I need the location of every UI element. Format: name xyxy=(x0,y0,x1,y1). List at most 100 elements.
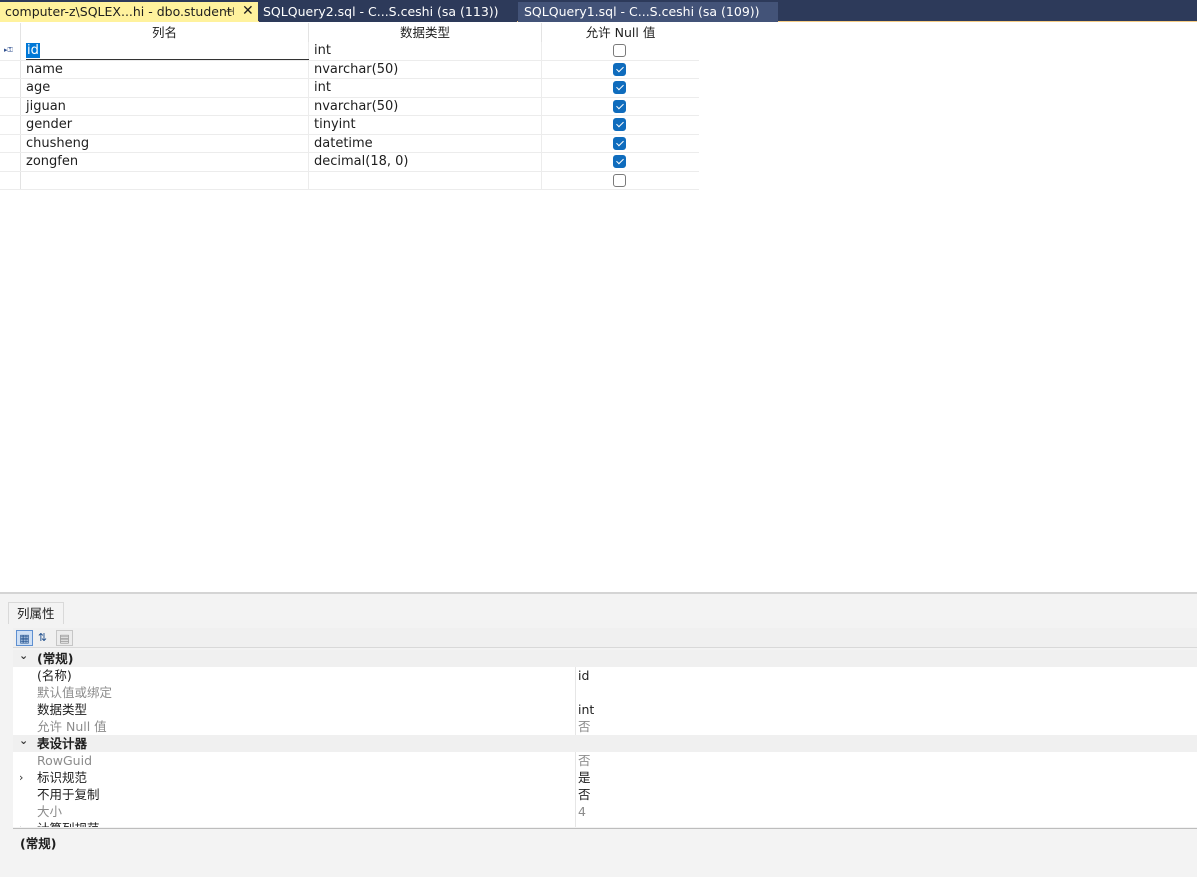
property-row[interactable]: RowGuid 否 xyxy=(13,752,1197,769)
tab-column-properties[interactable]: 列属性 xyxy=(8,602,64,624)
property-row[interactable]: › 计算列规范 xyxy=(13,820,1197,827)
property-name: (名称) xyxy=(37,668,72,683)
allow-null-checkbox[interactable] xyxy=(613,118,626,131)
table-row[interactable]: jiguan nvarchar(50) xyxy=(0,97,699,116)
tab-sqlquery2[interactable]: SQLQuery2.sql - C...S.ceshi (sa (113)) xyxy=(259,2,517,22)
table-row[interactable] xyxy=(0,171,699,190)
row-selector[interactable] xyxy=(0,116,21,134)
property-category[interactable]: ⌄ 表设计器 xyxy=(13,732,1197,752)
table-row[interactable]: ▸⚿ id int xyxy=(0,42,699,61)
property-name: (常规) xyxy=(37,651,74,666)
column-name-cell[interactable]: chusheng xyxy=(21,134,309,152)
primary-key-icon: ▸⚿ xyxy=(4,46,13,54)
chevron-right-icon[interactable]: › xyxy=(19,820,23,827)
tab-label: SQLQuery2.sql - C...S.ceshi (sa (113)) xyxy=(263,4,499,19)
row-selector[interactable] xyxy=(0,97,21,115)
tab-label: SQLQuery1.sql - C...S.ceshi (sa (109)) xyxy=(524,4,760,19)
property-value[interactable]: int xyxy=(578,701,594,718)
property-row[interactable]: (名称) id xyxy=(13,667,1197,684)
allow-null-header[interactable]: 允许 Null 值 xyxy=(542,23,699,42)
property-row[interactable]: › 标识规范 是 xyxy=(13,769,1197,786)
chevron-down-icon[interactable]: ⌄ xyxy=(19,732,28,749)
table-row[interactable]: age int xyxy=(0,79,699,98)
categorized-icon[interactable]: ▦ xyxy=(16,630,33,646)
allow-null-cell xyxy=(542,42,699,60)
table-row[interactable]: name nvarchar(50) xyxy=(0,60,699,79)
data-type-cell[interactable]: int xyxy=(309,42,542,60)
close-icon[interactable]: ✕ xyxy=(242,1,254,21)
property-name: RowGuid xyxy=(37,753,93,768)
property-value[interactable]: id xyxy=(578,667,589,684)
data-type-cell[interactable]: tinyint xyxy=(309,116,542,134)
allow-null-cell xyxy=(542,116,699,134)
column-properties-panel: 列属性 ▦ ⇅ ▤ ⌄ (常规) (名称) id 默认值或绑定 数据类型 int 允许 Nul… xyxy=(0,594,1197,877)
allow-null-checkbox[interactable] xyxy=(613,173,626,187)
column-name-text: jiguan xyxy=(26,98,66,114)
allow-null-checkbox[interactable] xyxy=(613,136,626,150)
allow-null-checkbox[interactable] xyxy=(613,155,626,168)
data-type-header[interactable]: 数据类型 xyxy=(309,23,542,42)
allow-null-cell xyxy=(542,79,699,97)
chevron-right-icon[interactable]: › xyxy=(19,769,23,786)
row-selector[interactable] xyxy=(0,153,21,171)
property-row[interactable]: 默认值或绑定 xyxy=(13,684,1197,701)
allow-null-cell xyxy=(542,153,699,171)
property-name: 大小 xyxy=(37,804,63,819)
data-type-cell[interactable]: datetime xyxy=(309,134,542,152)
property-row[interactable]: 不用于复制 否 xyxy=(13,786,1197,803)
property-row[interactable]: 允许 Null 值 否 xyxy=(13,718,1197,735)
data-type-cell[interactable]: nvarchar(50) xyxy=(309,97,542,115)
property-name: 表设计器 xyxy=(37,736,88,751)
column-name-cell[interactable]: id xyxy=(21,42,309,60)
table-row[interactable]: gender tinyint xyxy=(0,116,699,135)
column-name-text: age xyxy=(26,80,51,95)
property-name: 默认值或绑定 xyxy=(37,685,113,700)
column-name-cell[interactable]: zongfen xyxy=(21,153,309,171)
allow-null-checkbox[interactable] xyxy=(613,99,626,113)
column-name-cell[interactable]: gender xyxy=(21,116,309,134)
data-type-cell[interactable] xyxy=(309,171,542,189)
property-category[interactable]: ⌄ (常规) xyxy=(13,650,1197,667)
chevron-down-icon[interactable]: ⌄ xyxy=(19,650,28,664)
table-row[interactable]: chusheng datetime xyxy=(0,134,699,153)
tab-sqlquery1[interactable]: SQLQuery1.sql - C...S.ceshi (sa (109)) xyxy=(518,2,778,22)
data-type-cell[interactable]: decimal(18, 0) xyxy=(309,153,542,171)
table-row[interactable]: zongfen decimal(18, 0) xyxy=(0,153,699,172)
row-selector[interactable] xyxy=(0,134,21,152)
allow-null-checkbox[interactable] xyxy=(613,81,626,94)
tab-dbo-student[interactable]: computer-z\SQLEX...hi - dbo.student ⊣ ✕ xyxy=(0,2,258,22)
row-selector[interactable] xyxy=(0,60,21,78)
property-row[interactable]: 数据类型 int xyxy=(13,701,1197,718)
property-value[interactable]: 4 xyxy=(578,803,586,820)
allow-null-checkbox[interactable] xyxy=(613,62,626,76)
column-name-cell[interactable]: age xyxy=(21,79,309,97)
column-name-cell[interactable]: name xyxy=(21,60,309,78)
column-name-cell[interactable] xyxy=(21,171,309,189)
column-name-text: zongfen xyxy=(26,154,79,169)
property-name: 标识规范 xyxy=(37,770,88,785)
data-type-cell[interactable]: nvarchar(50) xyxy=(309,60,542,78)
allow-null-checkbox[interactable] xyxy=(613,44,626,57)
column-name-header[interactable]: 列名 xyxy=(21,23,309,42)
property-pages-icon[interactable]: ▤ xyxy=(56,630,73,646)
description-title: (常规) xyxy=(20,836,57,851)
row-selector[interactable]: ▸⚿ xyxy=(0,42,21,60)
property-value[interactable]: 否 xyxy=(578,752,591,769)
row-selector[interactable] xyxy=(0,79,21,97)
grid-header: 列名 数据类型 允许 Null 值 xyxy=(0,23,699,42)
property-row[interactable]: 大小 4 xyxy=(13,803,1197,820)
allow-null-cell xyxy=(542,98,699,116)
properties-grid: ⌄ (常规) (名称) id 默认值或绑定 数据类型 int 允许 Null 值否 ⌄ 表设计器 R… xyxy=(13,650,1197,827)
allow-null-cell xyxy=(542,172,699,190)
column-name-cell[interactable]: jiguan xyxy=(21,97,309,115)
alphabetical-sort-icon[interactable]: ⇅ xyxy=(34,630,51,646)
data-type-cell[interactable]: int xyxy=(309,79,542,97)
column-name-text: gender xyxy=(26,117,73,132)
row-selector[interactable] xyxy=(0,171,21,189)
tab-label: computer-z\SQLEX...hi - dbo.student xyxy=(5,4,232,19)
pin-icon[interactable]: ⊣ xyxy=(225,2,235,22)
property-value[interactable]: 否 xyxy=(578,718,591,735)
property-value[interactable]: 否 xyxy=(578,786,591,803)
edit-cell-underline xyxy=(26,59,309,60)
property-value[interactable]: 是 xyxy=(578,769,591,786)
